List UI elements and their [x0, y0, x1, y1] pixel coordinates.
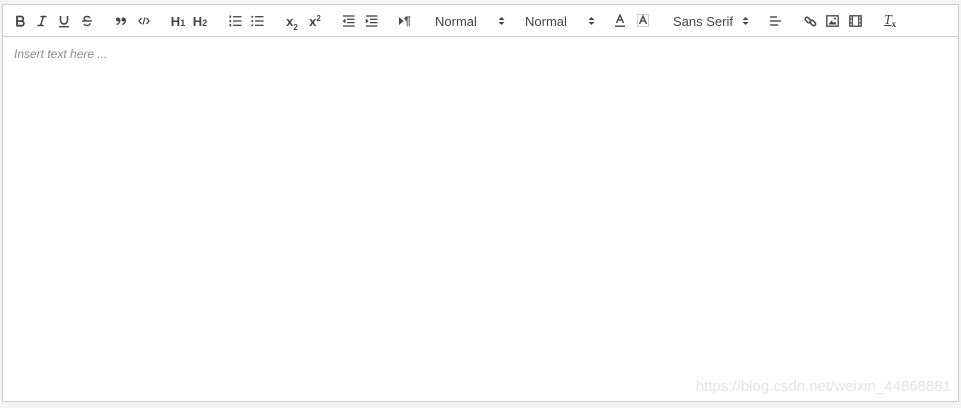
select-arrows-icon [742, 17, 749, 25]
video-icon [848, 15, 862, 27]
select-arrows-icon [588, 17, 595, 25]
header2-icon: H2 [192, 13, 208, 29]
code-icon [138, 17, 150, 25]
font-picker[interactable]: Sans Serif [673, 10, 749, 32]
subscript-icon: x2 [286, 13, 298, 32]
underline-button[interactable] [56, 10, 72, 32]
clear-format-icon: Tx [883, 13, 897, 29]
image-icon [825, 15, 839, 27]
bold-button[interactable] [12, 10, 28, 32]
ordered-list-button[interactable] [227, 10, 243, 32]
link-icon [803, 16, 816, 26]
blockquote-button[interactable] [113, 10, 129, 32]
superscript-button[interactable]: x2 [306, 10, 324, 32]
subscript-button[interactable]: x2 [283, 10, 301, 32]
bullet-list-icon [250, 15, 263, 27]
editor-placeholder: Insert text here ... [14, 47, 108, 61]
quote-icon [116, 17, 127, 26]
header-picker[interactable]: Normal [525, 10, 595, 32]
editor-toolbar: H1 H2 x2 x2 ¶ Normal Normal Sans Serif T… [3, 5, 958, 37]
text-direction-icon: ¶ [399, 14, 411, 28]
underline-icon [59, 15, 69, 27]
color-picker[interactable] [612, 10, 628, 32]
align-picker[interactable] [767, 10, 783, 32]
clean-format-button[interactable]: Tx [881, 10, 899, 32]
italic-button[interactable] [34, 10, 50, 32]
superscript-icon: x2 [309, 13, 321, 29]
code-block-button[interactable] [136, 10, 152, 32]
ordered-list-icon [229, 15, 241, 27]
size-picker[interactable]: Normal [435, 10, 505, 32]
rich-text-editor: H1 H2 x2 x2 ¶ Normal Normal Sans Serif T… [2, 4, 959, 402]
header-picker-label: Normal [525, 13, 567, 29]
indent-icon [365, 15, 377, 27]
align-left-icon [769, 16, 781, 26]
select-arrows-icon [498, 17, 505, 25]
size-picker-label: Normal [435, 13, 477, 29]
header1-icon: H1 [170, 13, 186, 29]
font-picker-label: Sans Serif [673, 13, 733, 29]
italic-icon [37, 15, 47, 27]
background-color-picker[interactable] [635, 10, 651, 32]
image-button[interactable] [824, 10, 840, 32]
strikethrough-icon [82, 15, 92, 27]
text-color-icon [615, 14, 625, 27]
outdent-icon [342, 15, 354, 27]
header1-button[interactable]: H1 [169, 10, 187, 32]
background-color-icon [637, 14, 649, 27]
indent-button[interactable] [363, 10, 379, 32]
strike-button[interactable] [79, 10, 95, 32]
watermark-text: https://blog.csdn.net/weixin_44868881 [695, 378, 951, 395]
direction-button[interactable]: ¶ [396, 10, 414, 32]
bullet-list-button[interactable] [249, 10, 265, 32]
link-button[interactable] [802, 10, 818, 32]
header2-button[interactable]: H2 [191, 10, 209, 32]
editor-content-area[interactable]: Insert text here ... [3, 37, 958, 401]
bold-icon [16, 15, 25, 27]
outdent-button[interactable] [340, 10, 356, 32]
video-button[interactable] [847, 10, 863, 32]
